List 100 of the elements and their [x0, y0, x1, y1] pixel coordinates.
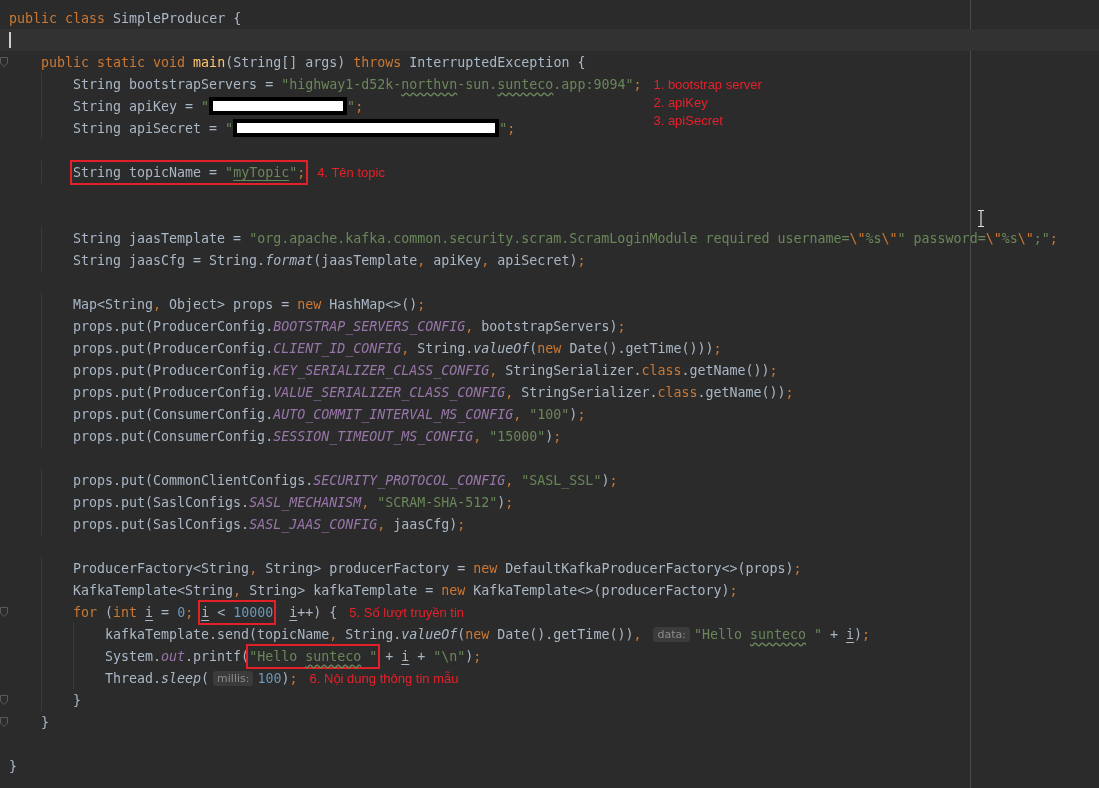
punctuation: ;	[505, 494, 514, 510]
code-text: Date().getTime())	[497, 626, 634, 642]
fold-icon[interactable]	[0, 57, 8, 67]
code-text: System.	[105, 648, 162, 664]
punctuation: ;	[457, 516, 466, 532]
string-literal: sunteco	[749, 626, 806, 642]
keyword: new	[297, 296, 323, 312]
string-literal: "	[289, 164, 298, 180]
code-text: props.put(ProducerConfig.	[73, 384, 274, 400]
keyword: throws	[353, 54, 403, 70]
string-literal: "	[368, 648, 378, 664]
code-text: String> kafkaTemplate =	[249, 582, 435, 598]
code-text: props.put(SaslConfigs.	[73, 516, 250, 532]
code-text: .getName())	[697, 384, 786, 400]
punctuation: ;	[553, 428, 562, 444]
punctuation: ;	[297, 164, 306, 180]
code-text: props.put(CommonClientConfigs.	[73, 472, 314, 488]
punctuation: ;	[793, 560, 802, 576]
punctuation: ,	[465, 318, 475, 334]
code-text: )	[465, 648, 474, 664]
code-text: (	[201, 670, 210, 686]
string-literal: -sun.	[457, 76, 498, 92]
string-literal: "	[499, 120, 508, 136]
punctuation: ;	[785, 384, 794, 400]
punctuation: ,	[633, 626, 643, 642]
code-text: (	[457, 626, 466, 642]
string-literal: "Hello	[693, 626, 743, 642]
parameter-hint: millis:	[213, 670, 254, 686]
punctuation: ;	[1049, 230, 1058, 246]
code-text: )	[854, 626, 863, 642]
code-text: String> producerFactory =	[265, 560, 467, 576]
string-literal: "SCRAM-SHA-512"	[377, 494, 498, 510]
keyword: int	[113, 604, 139, 620]
code-text: DefaultKafkaProducerFactory<>(props)	[505, 560, 794, 576]
fold-icon[interactable]	[0, 695, 8, 705]
code-text: HashMap<>()	[329, 296, 418, 312]
string-literal: \"	[1017, 230, 1034, 246]
punctuation: ;	[289, 670, 298, 686]
code-text: String.	[417, 340, 474, 356]
punctuation: ;	[713, 340, 722, 356]
code-text: apiKey	[433, 252, 482, 268]
code-text: StringSerializer.	[521, 384, 658, 400]
string-literal: "	[225, 164, 234, 180]
string-literal: "Hello	[249, 648, 299, 664]
annotation-note: 2. apiKey	[653, 94, 709, 112]
code-text: props.put(ProducerConfig.	[73, 362, 274, 378]
code-text: kafkaTemplate.send(topicName	[105, 626, 330, 642]
string-literal: ;"	[1033, 230, 1050, 246]
code-text: (jaasTemplate	[313, 252, 418, 268]
code-text: format	[265, 252, 314, 268]
keyword: class	[641, 362, 682, 378]
code-text: (String[] args)	[225, 54, 347, 70]
keyword: class	[657, 384, 698, 400]
string-literal: "100"	[529, 406, 570, 422]
string-literal: "	[225, 120, 234, 136]
string-literal: "	[201, 98, 210, 114]
string-literal: myTopic	[233, 164, 290, 180]
fold-icon[interactable]	[0, 607, 8, 617]
code-text: }	[73, 692, 81, 708]
code-text: props.put(ProducerConfig.	[73, 318, 274, 334]
code-text: )	[569, 406, 578, 422]
punctuation: ;	[862, 626, 871, 642]
code-text: ++) {	[297, 604, 338, 620]
fold-icon[interactable]	[0, 717, 8, 727]
string-literal: %s	[865, 230, 882, 246]
code-text: +	[829, 626, 840, 642]
punctuation: ;	[507, 120, 516, 136]
constant-name: SESSION_TIMEOUT_MS_CONFIG	[273, 428, 474, 444]
punctuation: ;	[417, 296, 426, 312]
keyword: public static void	[41, 54, 187, 70]
code-text: .getName())	[681, 362, 770, 378]
punctuation: ;	[617, 318, 626, 334]
constant-name: AUTO_COMMIT_INTERVAL_MS_CONFIG	[273, 406, 514, 422]
punctuation: ;	[577, 252, 586, 268]
code-text: )	[281, 670, 290, 686]
code-text: .printf(	[185, 648, 250, 664]
variable-name: i	[201, 604, 210, 620]
code-text: =	[160, 604, 171, 620]
number-literal: 0	[177, 604, 186, 620]
constant-name: out	[161, 648, 186, 664]
punctuation: ,	[505, 472, 515, 488]
keyword: new	[473, 560, 499, 576]
string-literal: \"	[985, 230, 1002, 246]
string-literal: "highway1-d52k-	[281, 76, 402, 92]
string-literal: \"	[849, 230, 866, 246]
punctuation: ;	[473, 648, 482, 664]
code-text: )	[497, 494, 506, 510]
punctuation: ,	[417, 252, 427, 268]
punctuation: ,	[329, 626, 339, 642]
punctuation: ,	[153, 296, 163, 312]
code-text: <	[216, 604, 227, 620]
code-text: String bootstrapServers =	[73, 76, 275, 92]
code-text: )	[601, 472, 610, 488]
punctuation: ,	[473, 428, 483, 444]
punctuation: ;	[185, 604, 195, 620]
constant-name: SASL_MECHANISM	[249, 494, 362, 510]
code-text: bootstrapServers)	[481, 318, 618, 334]
punctuation: ,	[489, 362, 499, 378]
string-literal: sunteco	[305, 648, 362, 664]
punctuation: ,	[481, 252, 491, 268]
